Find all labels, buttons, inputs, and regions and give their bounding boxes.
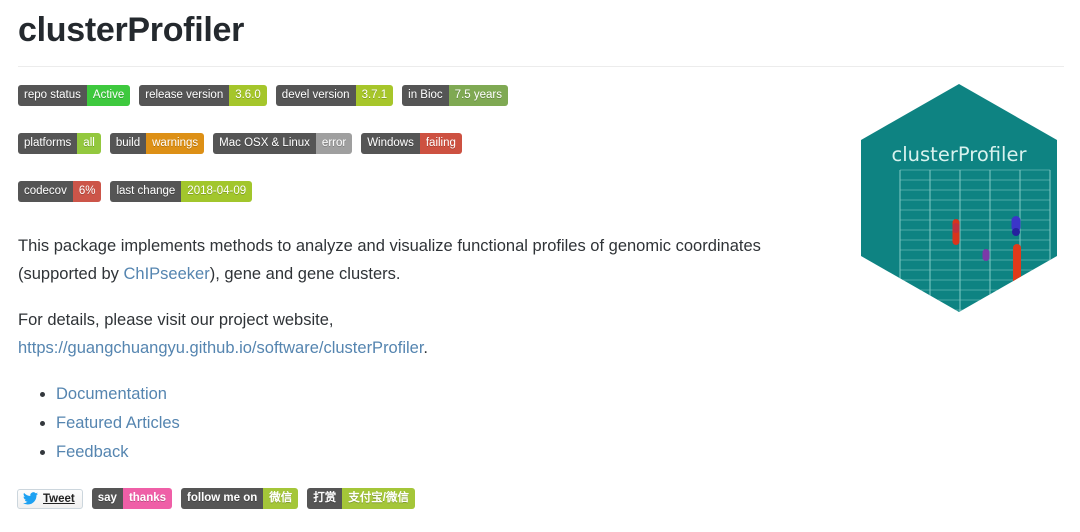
details-trailing-period: . [423, 339, 429, 357]
badge-value: 3.7.1 [355, 85, 394, 106]
list-item: Documentation [40, 380, 180, 409]
badge-release-version[interactable]: release version 3.6.0 [139, 85, 267, 106]
badge-label: platforms [18, 133, 78, 154]
tweet-button-label: Tweet [43, 492, 75, 505]
twitter-bird-icon [23, 492, 38, 505]
hexagon-shape [861, 84, 1057, 312]
badge-platforms[interactable]: platforms all [18, 133, 101, 154]
hexagon-logo-svg: clusterProfiler [861, 84, 1057, 312]
plot-point [952, 223, 960, 233]
badge-in-bioc[interactable]: in Bioc 7.5 years [402, 85, 508, 106]
badge-repo-status[interactable]: repo status Active [18, 85, 131, 106]
tweet-button[interactable]: Tweet [17, 488, 83, 509]
badge-devel-version[interactable]: devel version 3.7.1 [275, 85, 394, 106]
badge-value: 2018-04-09 [181, 181, 253, 202]
badge-last-change[interactable]: last change 2018-04-09 [110, 181, 253, 202]
page-title: clusterProfiler [18, 11, 245, 49]
follow-wechat-label: follow me on [181, 488, 264, 509]
badge-label: build [109, 133, 147, 154]
plot-point [982, 249, 990, 261]
list-item: Featured Articles [40, 409, 180, 438]
badge-build-status[interactable]: build warnings [109, 133, 205, 154]
badge-value: error [315, 133, 353, 154]
badge-value: warnings [146, 133, 205, 154]
plot-point [1013, 244, 1021, 296]
description-paragraph: This package implements methods to analy… [18, 232, 818, 288]
badge-label: codecov [18, 181, 73, 202]
plot-point [1013, 301, 1021, 312]
social-button-bar: Tweet say thanks follow me on 微信 打赏 支付宝/… [17, 488, 415, 509]
title-divider [18, 66, 1064, 67]
chipseeker-link[interactable]: ChIPseeker [123, 265, 209, 283]
badge-label: Mac OSX & Linux [213, 133, 316, 154]
badge-mac-osx-linux[interactable]: Mac OSX & Linux error [213, 133, 353, 154]
plot-point [1012, 228, 1020, 236]
badge-value: Active [86, 85, 131, 106]
badge-row-1: repo status Active release version 3.6.0… [18, 85, 508, 106]
badge-label: repo status [18, 85, 87, 106]
list-item: Feedback [40, 438, 180, 467]
description-text-after-link: ), gene and gene clusters. [209, 265, 401, 283]
badge-value: 6% [72, 181, 102, 202]
follow-wechat-value: 微信 [263, 488, 299, 509]
plot-point [1049, 303, 1057, 312]
badge-label: devel version [275, 85, 356, 106]
badge-label: release version [139, 85, 230, 106]
details-lead-text: For details, please visit our project we… [18, 311, 334, 329]
say-thanks-button[interactable]: say thanks [91, 488, 173, 509]
badge-value: 3.6.0 [229, 85, 267, 106]
resource-link-list: Documentation Featured Articles Feedback [32, 380, 180, 467]
say-thanks-label: say [91, 488, 123, 509]
package-readme-page: clusterProfiler repo status Active relea… [0, 0, 1080, 532]
badge-value: failing [419, 133, 462, 154]
follow-wechat-button[interactable]: follow me on 微信 [181, 488, 299, 509]
badge-label: in Bioc [402, 85, 449, 106]
badge-codecov[interactable]: codecov 6% [18, 181, 102, 202]
featured-articles-link[interactable]: Featured Articles [56, 414, 180, 432]
badge-windows-build[interactable]: Windows failing [361, 133, 462, 154]
documentation-link[interactable]: Documentation [56, 385, 167, 403]
badge-label: Windows [361, 133, 420, 154]
donate-button[interactable]: 打赏 支付宝/微信 [307, 488, 415, 509]
feedback-link[interactable]: Feedback [56, 443, 128, 461]
donate-label: 打赏 [307, 488, 343, 509]
details-paragraph: For details, please visit our project we… [18, 306, 818, 362]
badge-row-3: codecov 6% last change 2018-04-09 [18, 181, 253, 202]
clusterProfiler-hexagon-logo: clusterProfiler [856, 82, 1062, 314]
badge-row-2: platforms all build warnings Mac OSX & L… [18, 133, 462, 154]
donate-value: 支付宝/微信 [342, 488, 415, 509]
badge-value: all [77, 133, 101, 154]
badge-value: 7.5 years [448, 85, 508, 106]
say-thanks-value: thanks [122, 488, 173, 509]
badge-label: last change [110, 181, 182, 202]
logo-label: clusterProfiler [892, 143, 1028, 166]
project-website-link[interactable]: https://guangchuangyu.github.io/software… [18, 339, 423, 357]
